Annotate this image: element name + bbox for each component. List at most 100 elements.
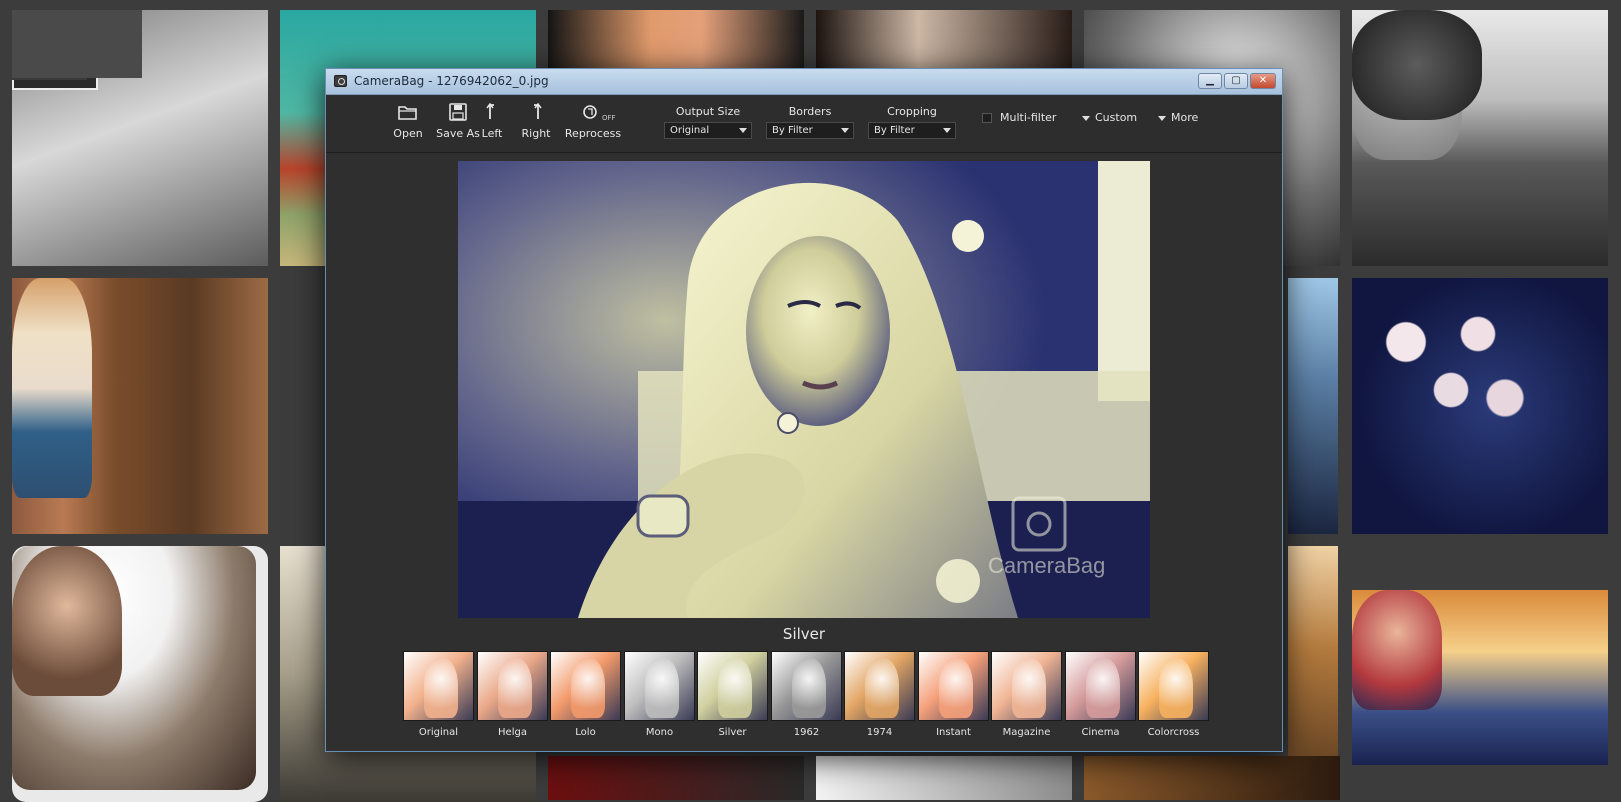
filter-thumbnail-instant[interactable]: Instant <box>918 651 989 738</box>
multi-filter-label: Multi-filter <box>1000 111 1057 124</box>
chevron-down-icon <box>739 128 747 133</box>
output-size-select[interactable]: Original <box>664 122 752 139</box>
filter-label: 1962 <box>793 727 820 738</box>
camerabag-app-icon <box>334 75 347 87</box>
filter-thumbnail-original[interactable]: Original <box>403 651 474 738</box>
cropping-group: Cropping By Filter <box>868 105 956 139</box>
current-filter-name: Silver <box>782 625 826 643</box>
minimize-button[interactable]: ▁ <box>1198 73 1222 89</box>
collage-photo-flowers <box>1352 278 1608 534</box>
filter-label: Lolo <box>575 727 596 738</box>
collage-photo-woman-sunglasses <box>12 546 268 802</box>
filter-preview-image <box>771 651 842 721</box>
custom-menu[interactable]: Custom <box>1082 111 1137 124</box>
collage-photo-bottom-2 <box>816 756 1072 800</box>
photo-preview[interactable]: CameraBag <box>458 161 1150 618</box>
collage-photo-hands <box>548 10 804 70</box>
preview-face <box>746 236 890 426</box>
filter-preview-image <box>918 651 989 721</box>
rotate-left-icon <box>486 102 494 119</box>
chevron-down-icon <box>1082 115 1090 121</box>
filter-preview-image <box>624 651 695 721</box>
filter-label: Original <box>418 727 459 738</box>
filter-preview-image <box>844 651 915 721</box>
preview-ring <box>777 412 799 434</box>
filter-thumbnail-helga[interactable]: Helga <box>477 651 548 738</box>
collage-photo-woman-with-dog <box>1352 10 1608 266</box>
output-size-value: Original <box>670 125 710 136</box>
camerabag-window: CameraBag - 1276942062_0.jpg ▁ ▢ ✕ Open … <box>325 68 1283 752</box>
rotate-left-button[interactable]: Left <box>472 102 512 140</box>
filter-preview-subject <box>792 658 826 718</box>
borders-label: Borders <box>788 105 832 118</box>
filter-preview-image <box>477 651 548 721</box>
filter-label: Magazine <box>1002 727 1051 738</box>
filter-preview-image <box>1065 651 1136 721</box>
more-menu[interactable]: More <box>1158 111 1198 124</box>
watermark-text: CameraBag <box>988 553 1105 578</box>
reprocess-off-badge: OFF <box>602 114 616 122</box>
close-button[interactable]: ✕ <box>1250 73 1276 89</box>
filter-thumbnail-mono[interactable]: Mono <box>624 651 695 738</box>
filter-preview-subject <box>1086 658 1120 718</box>
filter-thumbnail-lolo[interactable]: Lolo <box>550 651 621 738</box>
collage-photo-right-mid <box>1288 278 1338 534</box>
open-button[interactable]: Open <box>382 102 434 140</box>
window-title: CameraBag - 1276942062_0.jpg <box>354 74 549 88</box>
filter-preview-subject <box>498 658 532 718</box>
collage-photo-portrait-dark <box>816 10 1072 70</box>
preview-window-frame <box>1098 161 1150 401</box>
filter-label: Mono <box>645 727 674 738</box>
filter-thumbnail-silver[interactable]: Silver <box>697 651 768 738</box>
filter-label: Instant <box>936 727 971 738</box>
cropping-select[interactable]: By Filter <box>868 122 956 139</box>
filter-preview-image <box>403 651 474 721</box>
borders-value: By Filter <box>772 125 813 136</box>
floppy-disk-icon <box>449 103 467 121</box>
cropping-label: Cropping <box>887 105 937 118</box>
filter-thumbnail-1962[interactable]: 1962 <box>771 651 842 738</box>
chevron-down-icon <box>1158 115 1166 121</box>
rotate-right-button[interactable]: Right <box>514 102 558 140</box>
reprocess-button[interactable]: Reprocess OFF <box>562 102 624 140</box>
chevron-down-icon <box>841 128 849 133</box>
filter-preview-subject <box>424 658 458 718</box>
reprocess-label: Reprocess <box>564 127 622 140</box>
collage-photo-cowboy-kid <box>12 278 268 534</box>
toolbar: Open Save As Left Right Reprocess OFF Ou… <box>326 96 1282 153</box>
preview-dress-flower <box>936 559 980 603</box>
filter-thumbnail-cinema[interactable]: Cinema <box>1065 651 1136 738</box>
custom-label: Custom <box>1095 111 1138 124</box>
filter-preview-subject <box>1012 658 1046 718</box>
collage-photo-hat-girl <box>1352 590 1608 765</box>
multi-filter-checkbox[interactable] <box>982 113 992 123</box>
output-size-group: Output Size Original <box>664 105 752 139</box>
filter-preview-image <box>550 651 621 721</box>
maximize-button[interactable]: ▢ <box>1224 73 1248 89</box>
filter-preview-subject <box>939 658 973 718</box>
filter-thumbnail-magazine[interactable]: Magazine <box>991 651 1062 738</box>
preview-bracelet <box>636 494 690 538</box>
filter-thumbnail-1974[interactable]: 1974 <box>844 651 915 738</box>
open-label: Open <box>393 127 423 140</box>
filter-preview-subject <box>865 658 899 718</box>
collage-photo-bottom-3 <box>1084 756 1340 800</box>
cropping-value: By Filter <box>874 125 915 136</box>
filter-label: Cinema <box>1081 727 1120 738</box>
filter-label: Silver <box>718 727 747 738</box>
left-label: Left <box>481 127 503 140</box>
borders-select[interactable]: By Filter <box>766 122 854 139</box>
preview-image: CameraBag <box>458 161 1150 618</box>
filter-preview-image <box>697 651 768 721</box>
more-label: More <box>1171 111 1199 124</box>
folder-open-icon <box>398 106 417 120</box>
filter-label: 1974 <box>866 727 893 738</box>
filter-thumbnail-colorcross[interactable]: Colorcross <box>1138 651 1209 738</box>
title-bar[interactable]: CameraBag - 1276942062_0.jpg ▁ ▢ ✕ <box>326 69 1282 95</box>
preview-hair-flower <box>952 220 984 252</box>
filter-preview-subject <box>718 658 752 718</box>
borders-group: Borders By Filter <box>766 105 854 139</box>
collage-photo-parking-sign <box>12 10 268 266</box>
filter-preview-subject <box>645 658 679 718</box>
filter-preview-subject <box>1159 658 1193 718</box>
